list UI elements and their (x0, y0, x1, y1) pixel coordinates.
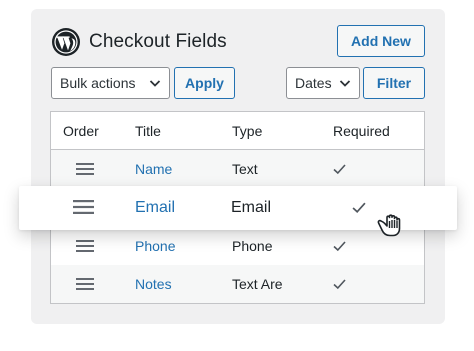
filter-button[interactable]: Filter (363, 67, 425, 99)
drag-handle-icon[interactable] (76, 278, 94, 290)
checkmark-icon (333, 279, 346, 290)
field-type: Text Are (232, 276, 283, 292)
dates-select[interactable]: Dates (286, 67, 360, 99)
table-row[interactable]: Phone Phone (51, 227, 424, 265)
chevron-down-icon (149, 80, 161, 87)
checkmark-icon (352, 202, 366, 214)
field-title-link[interactable]: Notes (135, 276, 172, 292)
grab-hand-cursor-icon (377, 214, 401, 237)
bulk-actions-select[interactable]: Bulk actions (51, 67, 170, 99)
dates-value: Dates (295, 75, 332, 91)
table-row[interactable]: Notes Text Are (51, 265, 424, 303)
column-header-type[interactable]: Type (232, 123, 262, 139)
drag-handle-icon[interactable] (76, 240, 94, 252)
column-header-title[interactable]: Title (135, 123, 161, 139)
table-row[interactable]: Name Text (51, 150, 424, 188)
apply-button[interactable]: Apply (174, 67, 235, 99)
page-title: Checkout Fields (89, 31, 227, 52)
field-type: Email (231, 199, 272, 216)
field-title-link[interactable]: Name (135, 161, 172, 177)
field-title-link[interactable]: Phone (135, 238, 175, 254)
field-type: Phone (232, 238, 273, 254)
column-header-required[interactable]: Required (333, 123, 390, 139)
bulk-actions-value: Bulk actions (60, 75, 136, 91)
wordpress-logo-icon (52, 28, 80, 56)
chevron-down-icon (339, 80, 351, 87)
drag-handle-icon[interactable] (76, 163, 94, 175)
field-title-link[interactable]: Email (135, 199, 175, 217)
drag-handle-icon[interactable] (73, 200, 94, 214)
page-header: Checkout Fields (51, 26, 227, 58)
checkmark-icon (333, 164, 346, 175)
checkmark-icon (333, 241, 346, 252)
table-header: Order Title Type Required (51, 112, 424, 150)
column-header-order[interactable]: Order (63, 123, 99, 139)
add-new-button[interactable]: Add New (337, 25, 425, 57)
field-type: Text (232, 161, 258, 177)
